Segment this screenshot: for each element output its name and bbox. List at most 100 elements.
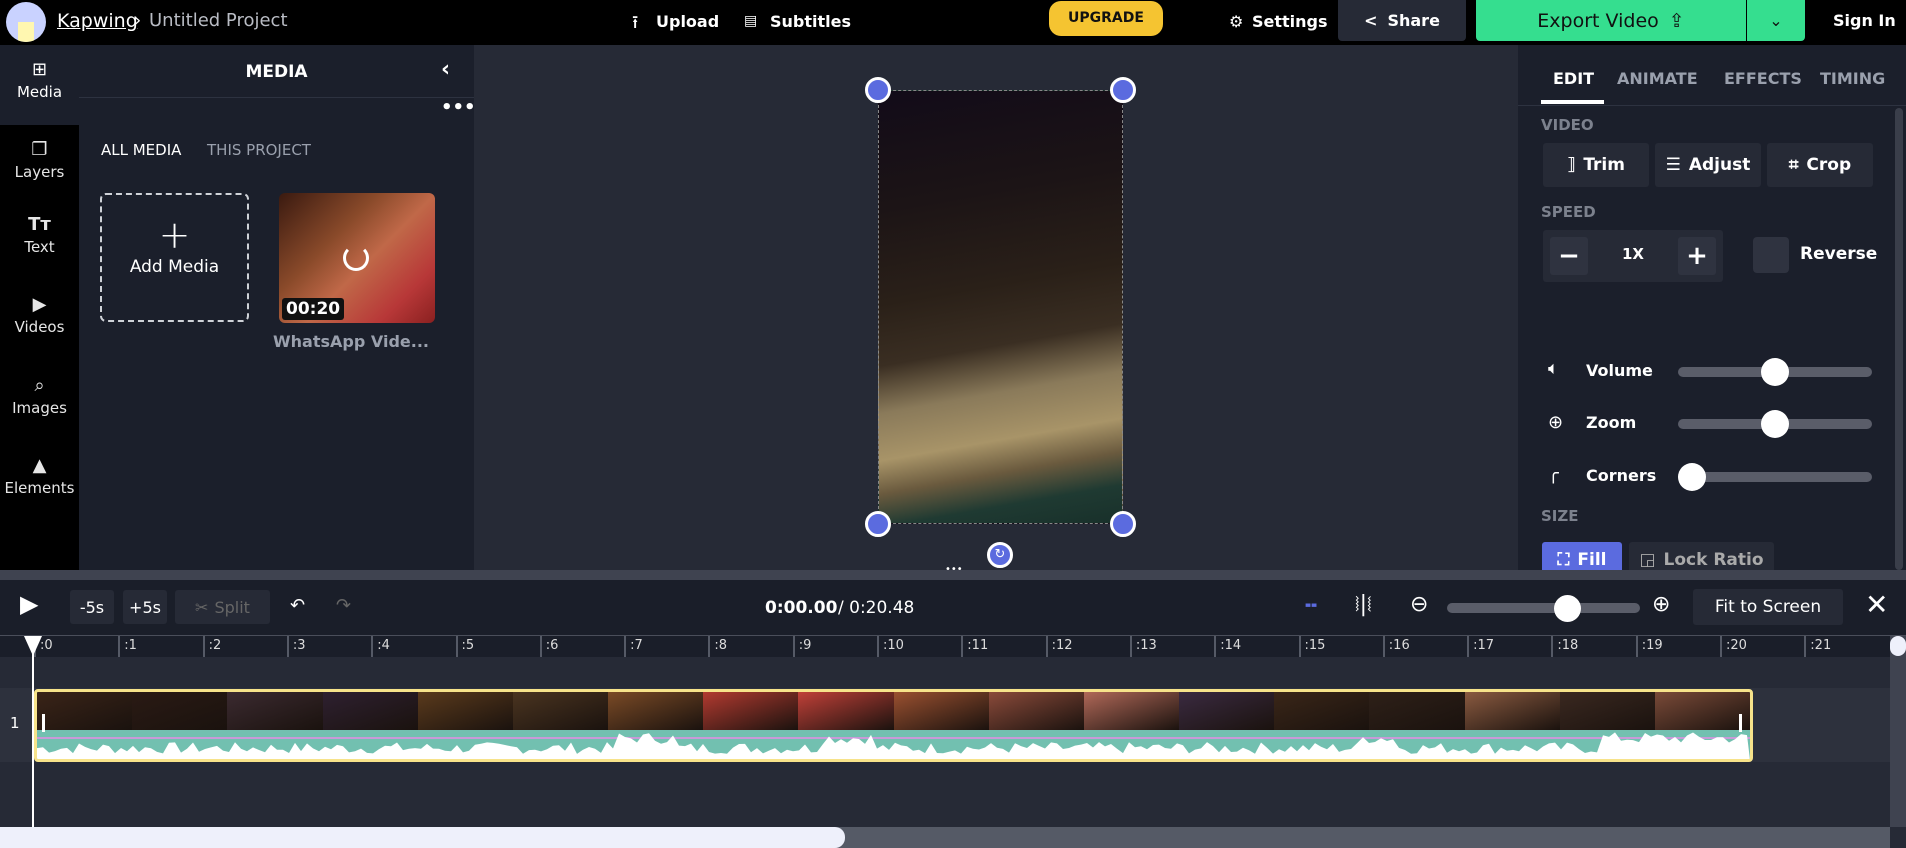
rail-item-layers[interactable]: ❐ Layers [0,125,79,205]
ruler-tick: :15 [1298,636,1325,658]
volume-slider[interactable] [1678,358,1872,386]
upgrade-button[interactable]: UPGRADE [1049,1,1163,36]
vertical-scroll-thumb[interactable] [1890,636,1906,656]
reverse-checkbox[interactable] [1753,237,1789,273]
horizontal-scroll-thumb[interactable] [0,827,845,848]
zoom-out-icon[interactable]: ⊖ [1410,592,1428,617]
snap-icon[interactable]: ╍ [1305,593,1317,617]
video-preview[interactable] [878,90,1123,524]
rail-item-text[interactable]: Tт Text [0,200,79,280]
rail-item-media[interactable]: ⊞ Media [0,45,79,125]
ruler-tick: :20 [1720,636,1747,658]
sign-in-button[interactable]: Sign In [1833,11,1896,30]
ruler-tick: :6 [539,636,558,658]
kapwing-logo-avatar[interactable] [6,2,46,42]
horizontal-scrollbar[interactable] [0,827,1890,848]
trim-handle-right[interactable] [1739,714,1742,732]
canvas-area: ↻ [474,45,1518,570]
more-options-icon[interactable]: ••• [441,97,476,118]
ruler-tick: :16 [1382,636,1410,658]
resize-handle-top-right[interactable] [1110,77,1136,103]
crop-icon: ⌗ [1788,155,1799,175]
panel-scrollbar[interactable] [1895,108,1903,570]
tab-timing[interactable]: TIMING [1820,69,1885,88]
speed-decrease-button[interactable]: − [1550,237,1588,275]
speed-increase-button[interactable]: + [1678,237,1716,275]
rail-item-images[interactable]: ⌕ Images [0,361,79,441]
corners-slider[interactable] [1678,463,1872,491]
volume-slider-knob[interactable] [1761,358,1789,386]
timeline-zoom-knob[interactable] [1554,595,1582,622]
timeline-zoom-slider[interactable] [1447,595,1640,622]
export-options-dropdown[interactable]: ⌄ [1747,0,1805,41]
split-button[interactable]: ✂ Split [175,590,270,624]
clip-frame [1179,692,1275,730]
resize-handle-bottom-right[interactable] [1110,511,1136,537]
rail-item-elements[interactable]: ▲ Elements [0,441,79,521]
add-media-button[interactable]: + Add Media [100,193,249,322]
tab-this-project[interactable]: THIS PROJECT [207,141,311,159]
rail-label: Elements [4,479,75,497]
lock-ratio-button[interactable]: ◲ Lock Ratio [1629,542,1774,570]
corners-slider-knob[interactable] [1678,463,1706,491]
close-timeline-icon[interactable]: ✕ [1865,588,1888,621]
lock-ratio-label: Lock Ratio [1663,550,1764,570]
zoom-label: Zoom [1586,413,1637,432]
fill-button[interactable]: ⛶ Fill [1542,542,1622,570]
ruler-tick: :2 [202,636,221,658]
fit-to-screen-button[interactable]: Fit to Screen [1693,589,1843,625]
ruler-tick: :13 [1129,636,1157,658]
tab-all-media[interactable]: ALL MEDIA [101,141,181,159]
ruler-tick: :12 [1045,636,1073,658]
zoom-in-icon[interactable]: ⊕ [1652,592,1670,617]
ruler-tick: :4 [371,636,390,658]
subtitles-button[interactable]: Subtitles [770,12,851,31]
zoom-slider-knob[interactable] [1761,410,1789,438]
share-button[interactable]: < Share [1338,0,1466,41]
upload-button[interactable]: Upload [656,12,719,31]
play-button[interactable]: ▶ [20,590,38,618]
tab-effects[interactable]: EFFECTS [1724,69,1802,88]
resize-handle-bottom-left[interactable] [865,511,891,537]
clip-frame [227,692,323,730]
ruler-tick: :19 [1635,636,1663,658]
collapse-panel-chevron-icon[interactable]: ‹ [441,57,450,82]
media-duration: 00:20 [282,298,345,320]
rail-item-videos[interactable]: ▶ Videos [0,280,79,360]
settings-button[interactable]: Settings [1252,12,1328,31]
video-clip[interactable] [34,689,1753,762]
split-view-icon[interactable]: ⧘|⧙ [1355,592,1372,617]
clip-frame [1654,692,1750,730]
vertical-scrollbar[interactable] [1890,636,1906,827]
zoom-in-icon: ⊕ [1548,412,1564,433]
adjust-button[interactable]: ☰ Adjust [1655,143,1761,187]
media-thumbnail[interactable]: 00:20 [279,193,435,323]
playhead[interactable] [32,640,34,848]
ruler-tick: :17 [1467,636,1494,658]
trim-handle-left[interactable] [42,714,45,732]
timeline-resize-handle[interactable]: ••• [0,564,1906,580]
crop-button[interactable]: ⌗ Crop [1767,143,1873,187]
brand-link[interactable]: Kapwing [57,10,138,32]
clip-frame [1369,692,1465,730]
zoom-slider[interactable] [1678,410,1872,438]
corner-radius-icon: ╭ [1548,463,1559,484]
speed-section-label: SPEED [1541,203,1596,221]
tab-animate[interactable]: ANIMATE [1617,69,1698,88]
rotate-handle-icon[interactable]: ↻ [987,542,1013,568]
undo-icon[interactable]: ↶ [290,595,305,616]
playhead-marker-icon[interactable] [24,636,42,656]
trim-button[interactable]: ⟧ Trim [1543,143,1649,187]
export-video-button[interactable]: Export Video ⇪ [1476,0,1746,41]
redo-icon[interactable]: ↷ [336,595,351,616]
rail-label: Layers [14,163,65,181]
timeline-ruler[interactable]: :0:1:2:3:4:5:6:7:8:9:10:11:12:13:14:15:1… [0,635,1906,658]
back-5s-button[interactable]: -5s [70,590,114,624]
tab-edit[interactable]: EDIT [1553,69,1594,88]
current-time: 0:00.00 [765,598,838,618]
forward-5s-button[interactable]: +5s [123,590,167,624]
export-label: Export Video [1537,9,1659,32]
project-title[interactable]: Untitled Project [149,10,288,31]
resize-handle-top-left[interactable] [865,77,891,103]
size-section-label: SIZE [1541,507,1579,525]
